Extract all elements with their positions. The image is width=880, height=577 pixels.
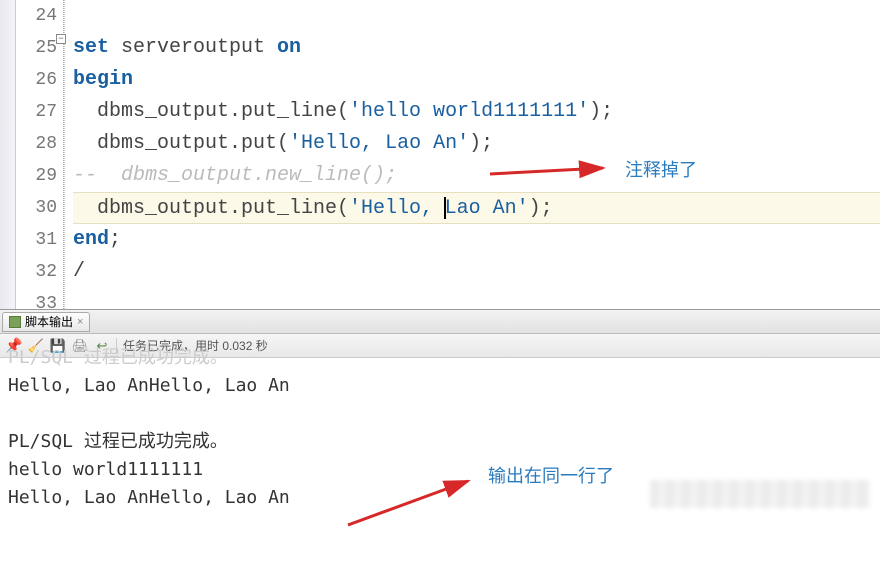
code-line[interactable]: dbms_output.put('Hello, Lao An'); [73,128,880,160]
arrow-annotation-top [485,160,615,184]
code-area[interactable]: set serveroutput on begin dbms_output.put… [64,0,880,309]
line-number: 24 [16,0,57,32]
code-line[interactable]: dbms_output.put_line('Hello, Lao An'); [73,192,880,224]
code-token: on [277,36,301,59]
line-number: 31 [16,224,57,256]
output-line: PL/SQL 过程已成功完成。 [8,428,872,456]
blurred-watermark [650,480,870,508]
script-output-icon [9,316,21,328]
output-line: Hello, Lao AnHello, Lao An [8,372,872,400]
code-line[interactable]: end; [73,224,880,256]
code-token: / [73,260,85,283]
annotation-top-label: 注释掉了 [625,154,697,186]
output-line [8,400,872,428]
code-token: 'Hello, [349,197,445,220]
code-token: begin [73,68,133,91]
code-token: ); [529,197,553,220]
code-token: 'Hello, Lao An' [289,132,469,155]
code-token: ; [109,228,121,251]
code-token: end [73,228,109,251]
code-line[interactable]: begin [73,64,880,96]
code-token: -- dbms_output.new_line(); [73,164,397,187]
line-number: 30 [16,192,57,224]
close-icon[interactable]: × [77,316,83,328]
code-token: dbms_output.put_line( [73,100,349,123]
annotation-bottom-label: 输出在同一行了 [488,462,614,490]
tab-script-output[interactable]: 脚本输出 × [2,312,90,332]
code-token: set [73,36,109,59]
code-line[interactable] [73,0,880,32]
code-token: 'hello world1111111' [349,100,589,123]
code-token: dbms_output.put( [73,132,289,155]
line-number-gutter: 24252627282930313233 [16,0,64,309]
arrow-annotation-bottom [340,473,480,533]
fold-toggle-icon[interactable]: − [56,34,66,44]
tab-label: 脚本输出 [25,313,73,330]
line-number: 26 [16,64,57,96]
line-number: 28 [16,128,57,160]
code-line[interactable]: -- dbms_output.new_line(); [73,160,880,192]
code-line[interactable]: set serveroutput on [73,32,880,64]
editor-scroll-gutter[interactable] [0,0,16,309]
code-token: dbms_output.put_line( [73,197,349,220]
output-panel: 脚本输出 × 📌 🧹 💾 🖨 ↩ 任务已完成，用时 0.032 秒 PL/SQL… [0,310,880,577]
code-token: serveroutput [109,36,277,59]
code-line[interactable]: dbms_output.put_line('hello world1111111… [73,96,880,128]
code-editor[interactable]: 24252627282930313233 set serveroutput on… [0,0,880,310]
line-number: 25 [16,32,57,64]
line-number: 32 [16,256,57,288]
code-token: ); [589,100,613,123]
code-line[interactable]: / [73,256,880,288]
code-token: Lao An' [445,197,529,220]
code-token: ); [469,132,493,155]
output-tabbar: 脚本输出 × [0,310,880,334]
output-line-faded: PL/SQL 过程已成功完成。 [8,344,872,372]
line-number: 27 [16,96,57,128]
output-body[interactable]: PL/SQL 过程已成功完成。 Hello, Lao AnHello, Lao … [0,358,880,514]
line-number: 29 [16,160,57,192]
